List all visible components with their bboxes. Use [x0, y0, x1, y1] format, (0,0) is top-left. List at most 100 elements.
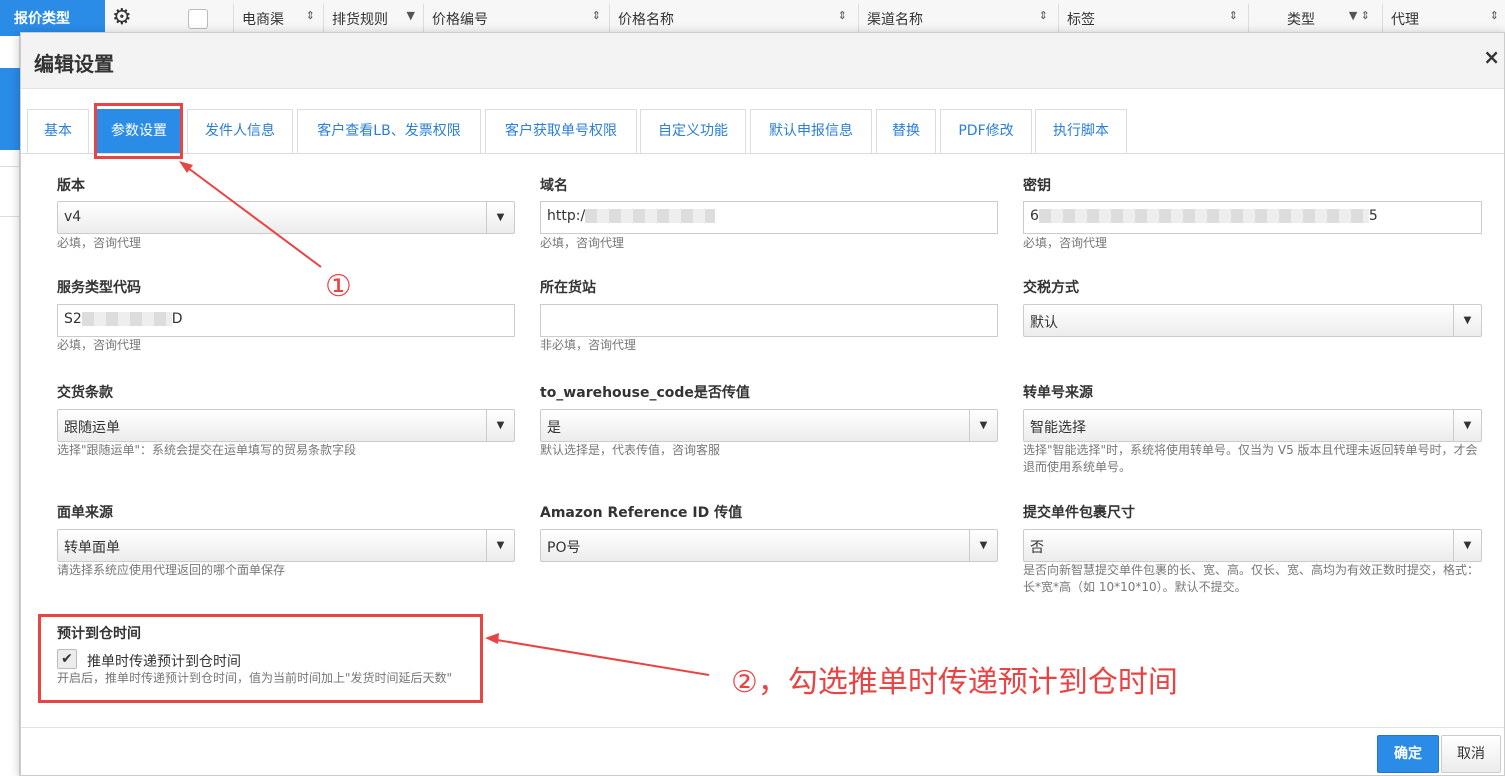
footer-divider [21, 727, 1504, 728]
label-source-select[interactable]: 转单面单 ▼ [57, 529, 515, 562]
divider [0, 166, 20, 167]
tab-run-script[interactable]: 执行脚本 [1035, 109, 1127, 153]
chevron-down-icon: ▼ [969, 530, 997, 561]
tab-customer-lb-invoice[interactable]: 客户查看LB、发票权限 [297, 109, 481, 153]
to-warehouse-help: 默认选择是，代表传值，咨询客服 [540, 443, 721, 457]
label-source-help: 请选择系统应使用代理返回的哪个面单保存 [57, 563, 286, 577]
to-warehouse-value: 是 [547, 420, 561, 436]
eta-checkbox-label[interactable]: 推单时传递预计到仓时间 [87, 651, 241, 671]
redacted-text [81, 312, 172, 326]
package-size-help: 是否向新智慧提交单件包裹的长、宽、高。仅长、宽、高均为有效正数时提交，格式：长*… [1023, 563, 1480, 594]
tab-basic[interactable]: 基本 [27, 109, 89, 153]
amazon-ref-label: Amazon Reference ID 传值 [540, 505, 743, 521]
service-code-value-end: D [171, 311, 183, 327]
sort-icon: ⇕ [837, 9, 847, 22]
chevron-down-icon: ▼ [486, 410, 514, 441]
domain-help: 必填，咨询代理 [540, 236, 625, 250]
to-warehouse-label: to_warehouse_code是否传值 [540, 385, 750, 401]
close-icon[interactable]: × [1483, 45, 1500, 69]
arrow-two-line [490, 638, 710, 676]
station-label: 所在货站 [540, 280, 596, 296]
tracking-source-value: 智能选择 [1030, 420, 1086, 436]
sort-icon: ⇕ [1228, 9, 1238, 22]
tab-custom-functions[interactable]: 自定义功能 [640, 109, 746, 153]
tax-method-label: 交税方式 [1023, 280, 1079, 296]
domain-value: http:/ [547, 208, 586, 224]
tab-sender-info[interactable]: 发件人信息 [187, 109, 293, 153]
incoterm-help: 选择"跟随运单"：系统会提交在运单填写的贸易条款字段 [57, 443, 357, 457]
eta-checkbox[interactable]: ✔ [57, 649, 77, 669]
tracking-source-help: 选择"智能选择"时，系统将使用转单号。仅当为 V5 版本且代理未返回转单号时，才… [1023, 443, 1478, 474]
label-source-value: 转单面单 [64, 540, 120, 556]
column-header-agent[interactable]: 代理 ⇕ [1382, 4, 1505, 32]
sort-icon: ⇕ [591, 9, 601, 22]
sidebar-active-strip [0, 68, 20, 150]
background-sidebar [0, 36, 20, 776]
column-header-ecommerce[interactable]: 电商渠 ⇕ [233, 4, 321, 32]
tax-method-select[interactable]: 默认 ▼ [1023, 304, 1482, 337]
version-help: 必填，咨询代理 [57, 236, 142, 250]
package-size-select[interactable]: 否 ▼ [1023, 529, 1482, 562]
sort-icon: ⇕ [305, 9, 315, 22]
redacted-text [1038, 209, 1369, 223]
edit-settings-modal: 编辑设置 × 基本 参数设置 发件人信息 客户查看LB、发票权限 客户获取单号权… [20, 32, 1505, 776]
chevron-down-icon: ▼ [969, 410, 997, 441]
tracking-source-select[interactable]: 智能选择 ▼ [1023, 409, 1482, 442]
package-size-label: 提交单件包裹尺寸 [1023, 505, 1135, 521]
tab-highlight-box [94, 103, 183, 159]
station-input[interactable] [540, 304, 998, 337]
chevron-down-icon: ▼ [486, 530, 514, 561]
confirm-button[interactable]: 确定 [1377, 735, 1439, 773]
service-code-input[interactable]: S2 D [57, 304, 515, 337]
to-warehouse-select[interactable]: 是 ▼ [540, 409, 998, 442]
incoterm-label: 交货条款 [57, 385, 113, 401]
annotation-two: ②，勾选推单时传递预计到仓时间 [731, 665, 1178, 700]
chevron-down-icon: ▼ [1453, 530, 1481, 561]
column-header-type[interactable]: 类型 ▼ ⇕ [1248, 4, 1376, 32]
column-header-channel-name[interactable]: 渠道名称 ⇕ [858, 4, 1054, 32]
arrow-one-head [179, 161, 193, 173]
domain-label: 域名 [540, 178, 568, 194]
service-code-help: 必填，咨询代理 [57, 338, 142, 352]
version-label: 版本 [57, 178, 85, 194]
tax-method-value: 默认 [1030, 315, 1058, 331]
modal-header: 编辑设置 × [21, 33, 1504, 89]
divider [0, 216, 20, 217]
secret-input[interactable]: 65 [1023, 201, 1482, 234]
amazon-ref-select[interactable]: PO号 ▼ [540, 529, 998, 562]
modal-title: 编辑设置 [34, 52, 114, 76]
version-value: v4 [64, 209, 82, 225]
service-code-label: 服务类型代码 [57, 280, 141, 296]
arrow-two-head [485, 633, 499, 644]
column-header-rules[interactable]: 排货规则 ▼ [323, 4, 421, 32]
column-header-price-code[interactable]: 价格编号 ⇕ [423, 4, 607, 32]
chevron-down-icon: ▼ [406, 9, 415, 22]
background-header: 报价类型 ⚙ 电商渠 ⇕ 排货规则 ▼ 价格编号 ⇕ 价格名称 ⇕ 渠道名称 ⇕ 标签 ⇕ … [0, 0, 1505, 36]
secret-value-end: 5 [1368, 208, 1378, 224]
amazon-ref-value: PO号 [547, 540, 581, 556]
tab-default-declaration[interactable]: 默认申报信息 [750, 109, 872, 153]
select-all-checkbox[interactable] [188, 9, 208, 29]
chevron-down-icon: ▼ [1453, 305, 1481, 336]
incoterm-value: 跟随运单 [64, 420, 120, 436]
version-select[interactable]: v4 ▼ [57, 201, 515, 234]
column-header-tag[interactable]: 标签 ⇕ [1058, 4, 1244, 32]
tab-customer-tracking[interactable]: 客户获取单号权限 [485, 109, 637, 153]
package-size-value: 否 [1030, 540, 1044, 556]
column-header-price-name[interactable]: 价格名称 ⇕ [609, 4, 853, 32]
sort-icon: ▼ ⇕ [1348, 9, 1370, 22]
tab-pdf-edit[interactable]: PDF修改 [940, 109, 1032, 153]
secret-help: 必填，咨询代理 [1023, 236, 1108, 250]
secret-value-start: 6 [1030, 208, 1039, 224]
quote-type-menu[interactable]: 报价类型 [0, 0, 105, 36]
sort-icon: ⇕ [1489, 9, 1499, 22]
gear-icon[interactable]: ⚙ [112, 6, 136, 30]
domain-input[interactable]: http:/ [540, 201, 998, 234]
tab-replace[interactable]: 替换 [876, 109, 936, 153]
cancel-button[interactable]: 取消 [1441, 735, 1501, 773]
redacted-text [585, 209, 716, 223]
tracking-source-label: 转单号来源 [1023, 385, 1093, 401]
service-code-value-start: S2 [64, 311, 82, 327]
incoterm-select[interactable]: 跟随运单 ▼ [57, 409, 515, 442]
tabs-divider [21, 153, 1504, 154]
